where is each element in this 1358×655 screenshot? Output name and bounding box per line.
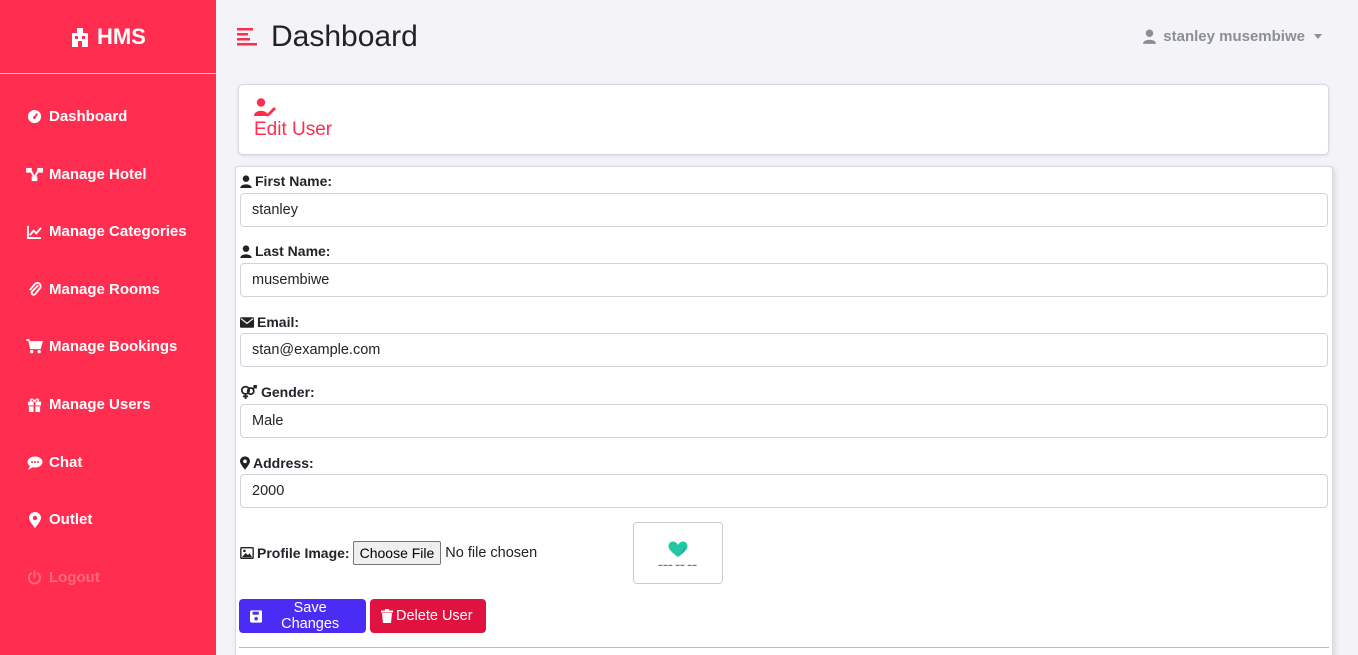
edit-user-form: First Name: Last Name: Email: Gender: Ad… <box>235 166 1333 655</box>
divider <box>239 647 1329 648</box>
brand[interactable]: HMS <box>0 0 216 74</box>
sidebar-item-label: Outlet <box>49 511 93 528</box>
user-menu-dropdown[interactable]: stanley musembiwe <box>1143 28 1322 45</box>
sidebar-item-manage-rooms[interactable]: Manage Rooms <box>26 281 160 298</box>
gift-icon <box>26 396 43 413</box>
sidebar-item-logout[interactable]: Logout <box>26 569 100 586</box>
user-name: stanley musembiwe <box>1163 28 1305 45</box>
sidebar-item-label: Logout <box>49 569 100 586</box>
logo-image <box>668 540 688 557</box>
sidebar-item-manage-bookings[interactable]: Manage Bookings <box>26 338 177 355</box>
last-name-field[interactable] <box>240 263 1328 297</box>
envelope-icon <box>240 316 254 328</box>
delete-user-button[interactable]: Delete User <box>370 599 486 633</box>
brand-name: HMS <box>97 23 146 49</box>
first-name-label: First Name: <box>240 173 332 189</box>
sidebar-item-chat[interactable]: Chat <box>26 454 82 471</box>
power-icon <box>26 569 43 586</box>
sidebar-item-manage-categories[interactable]: Manage Categories <box>26 223 187 240</box>
user-icon <box>1143 29 1157 44</box>
sidebar-item-dashboard[interactable]: Dashboard <box>26 108 127 125</box>
venus-mars-icon <box>240 385 257 399</box>
cart-icon <box>26 338 43 355</box>
profile-image-label: Profile Image: <box>240 545 350 561</box>
page-title: Dashboard <box>271 20 418 53</box>
sidebar-item-label: Manage Bookings <box>49 338 178 355</box>
user-icon <box>240 174 252 188</box>
card-title: Edit User <box>254 119 333 140</box>
save-changes-button[interactable]: Save Changes <box>239 599 366 633</box>
map-pin-icon <box>26 511 43 528</box>
sidebar-item-label: Manage Users <box>49 396 151 413</box>
choose-file-button[interactable]: Choose File <box>352 541 442 565</box>
sidebar: HMS Dashboard Manage Hotel Manage Catego… <box>0 0 216 655</box>
first-name-field[interactable] <box>240 193 1328 227</box>
trash-icon <box>381 609 393 623</box>
network-icon <box>26 166 43 183</box>
sidebar-item-outlet[interactable]: Outlet <box>26 511 92 528</box>
gender-field[interactable] <box>240 404 1328 438</box>
gender-label: Gender: <box>240 384 315 400</box>
chevron-down-icon <box>1314 34 1322 39</box>
hamburger-icon <box>237 28 257 46</box>
sidebar-item-label: Manage Categories <box>49 223 187 240</box>
image-icon <box>240 547 254 559</box>
edit-user-header-card: Edit User <box>238 84 1329 155</box>
profile-image-row: Profile Image: Choose File No file chose… <box>240 541 537 565</box>
save-icon <box>250 609 263 623</box>
email-label: Email: <box>240 314 299 330</box>
menu-toggle-button[interactable] <box>237 28 257 46</box>
map-pin-icon <box>240 456 250 470</box>
sidebar-item-label: Dashboard <box>49 108 128 125</box>
profile-image-preview: ▬▬▬ ▬▬ ▬▬ <box>633 522 723 584</box>
user-icon <box>240 244 252 258</box>
paperclip-icon <box>26 281 43 298</box>
chart-line-icon <box>26 223 43 240</box>
logo-tagline: ▬▬▬ ▬▬ ▬▬ <box>658 561 698 567</box>
address-field[interactable] <box>240 474 1328 508</box>
sidebar-item-manage-hotel[interactable]: Manage Hotel <box>26 166 147 183</box>
hotel-icon <box>72 27 89 47</box>
address-label: Address: <box>240 455 314 471</box>
last-name-label: Last Name: <box>240 243 330 259</box>
sidebar-item-label: Manage Hotel <box>49 166 147 183</box>
gauge-icon <box>26 108 43 125</box>
sidebar-item-manage-users[interactable]: Manage Users <box>26 396 151 413</box>
email-field[interactable] <box>240 333 1328 367</box>
page-scrollbar[interactable] <box>1342 0 1358 655</box>
sidebar-item-label: Chat <box>49 454 83 471</box>
user-edit-icon <box>254 98 276 117</box>
file-status: No file chosen <box>445 545 538 561</box>
sidebar-item-label: Manage Rooms <box>49 281 160 298</box>
chat-icon <box>26 454 43 471</box>
